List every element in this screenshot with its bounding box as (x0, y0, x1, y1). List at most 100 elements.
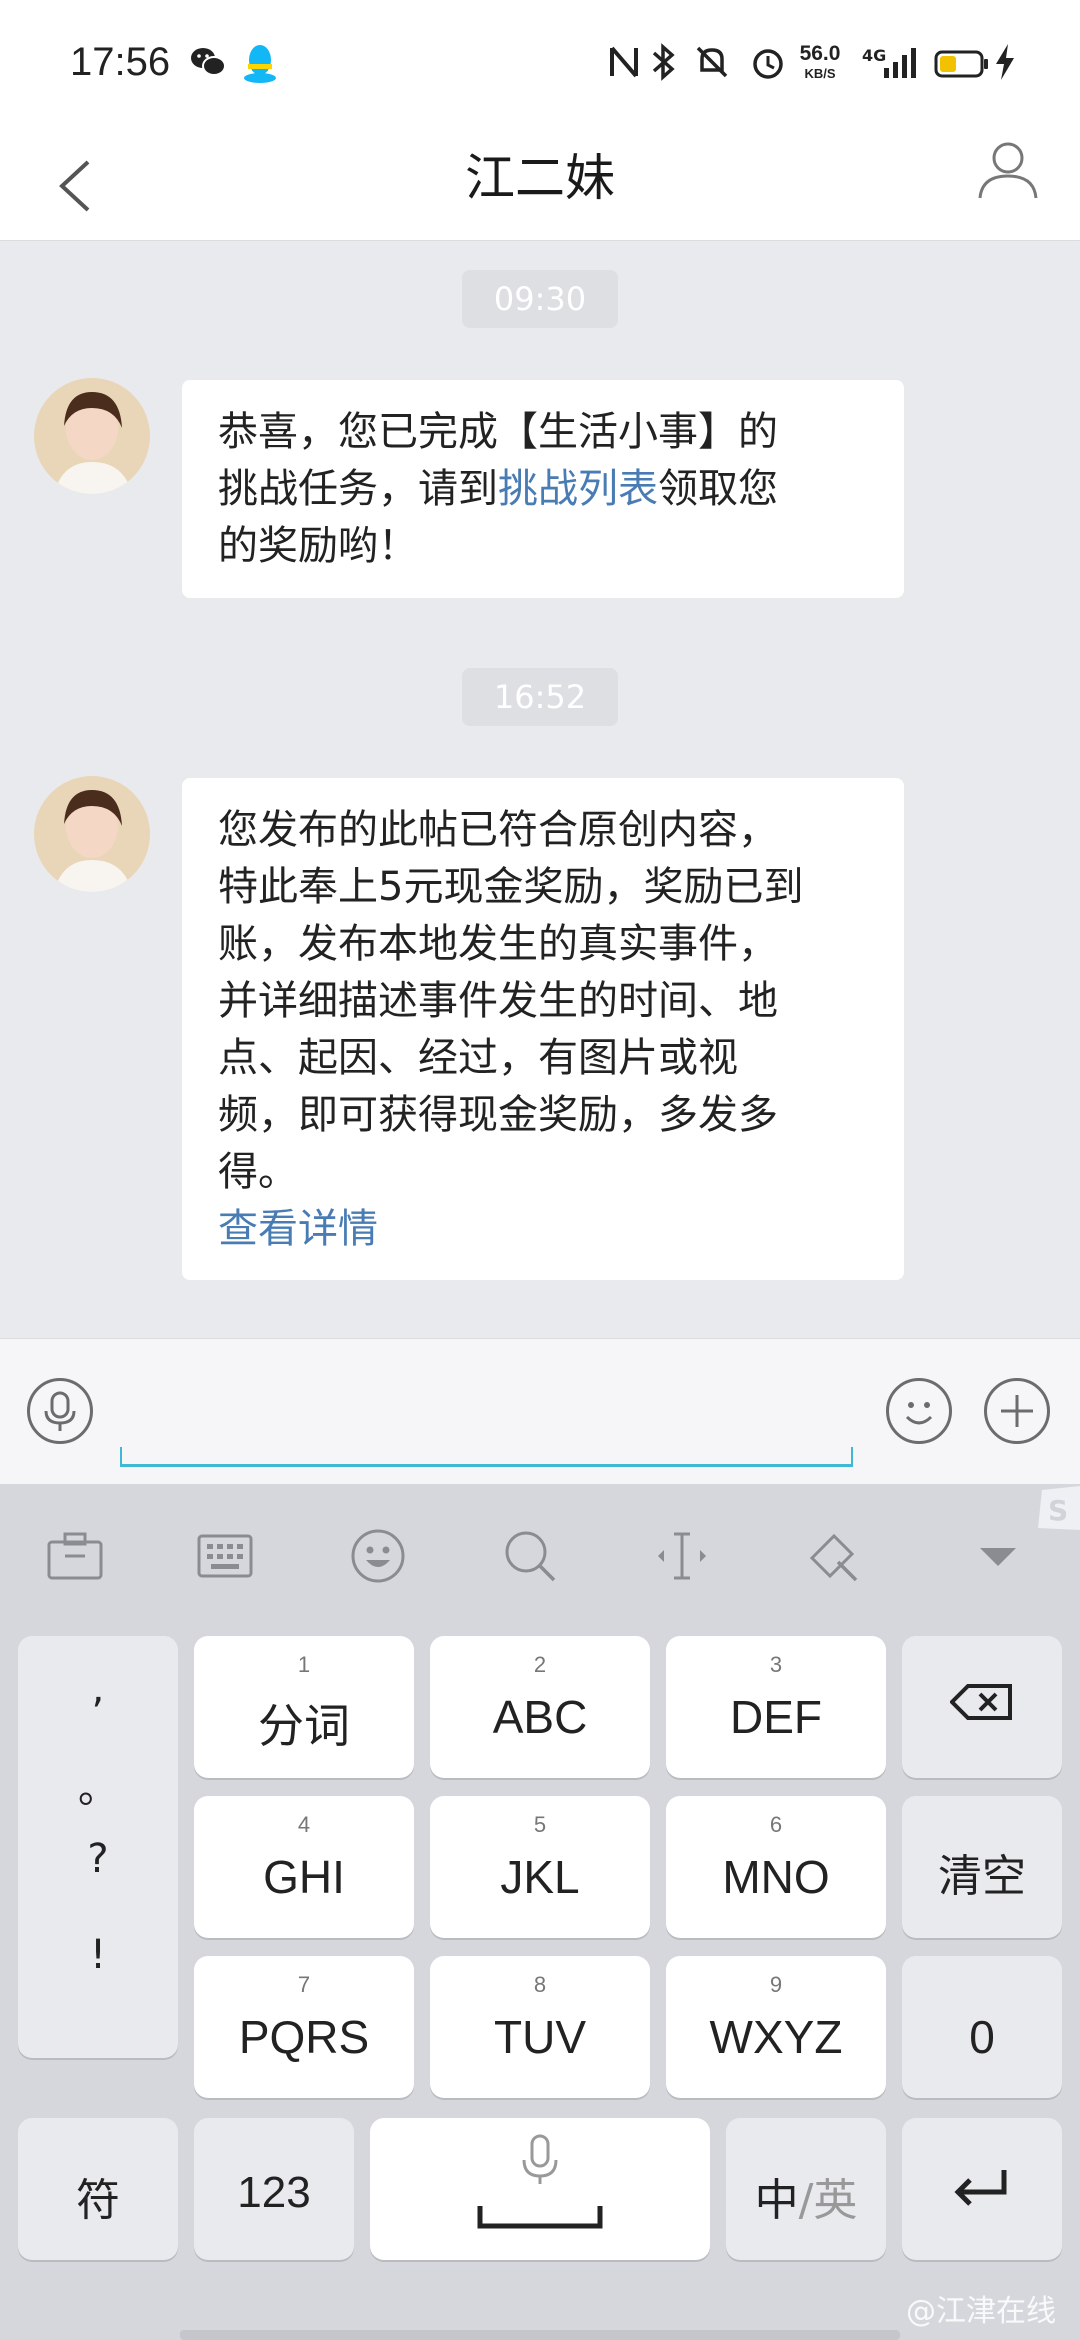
key-label: WXYZ (709, 2011, 843, 2063)
key-number: 6 (769, 1812, 783, 1837)
punct-exclaim[interactable]: ! (18, 1932, 178, 1978)
numbers-key-label: 123 (237, 2168, 311, 2217)
key-label: MNO (722, 1851, 830, 1903)
key-label: JKL (500, 1851, 580, 1903)
key-label: 分词 (258, 1700, 350, 1752)
key-6[interactable]: 6 MNO (666, 1796, 886, 1938)
key-3[interactable]: 3 DEF (666, 1636, 886, 1778)
message-input[interactable] (120, 1447, 853, 1467)
signal-icon (880, 42, 920, 82)
chat-header: 江二妹 (0, 126, 1080, 241)
key-label: TUV (494, 2011, 586, 2063)
avatar[interactable] (34, 776, 150, 892)
punctuation-column[interactable]: , 。 ? ! (18, 1636, 178, 2058)
message-line: 得。 (218, 1149, 298, 1195)
smiley-icon[interactable] (886, 1378, 952, 1444)
symbols-key[interactable]: 符 (18, 2118, 178, 2260)
page-title: 江二妹 (465, 149, 615, 207)
charging-icon (992, 42, 1032, 82)
status-bar: 17:56 56.0 KB/S 4G (0, 0, 1080, 126)
net-speed-unit: KB/S (804, 66, 836, 81)
avatar[interactable] (34, 378, 150, 494)
timestamp: 09:30 (462, 270, 618, 328)
keyboard: S , 。 ? ! 1 分词 2 ABC 3 DEF 4 GHI 5 JKL 6 MNO 7… (0, 1484, 1080, 2340)
clear-key[interactable]: 清空 (902, 1796, 1062, 1938)
key-7[interactable]: 7 PQRS (194, 1956, 414, 2098)
wechat-icon (188, 42, 228, 82)
key-9[interactable]: 9 WXYZ (666, 1956, 886, 2098)
key-label: DEF (730, 1691, 822, 1743)
message-line: 特此奉上5元现金奖励，奖励已到 (218, 864, 804, 910)
svg-text:S: S (1048, 1494, 1068, 1527)
status-time: 17:56 (70, 40, 171, 84)
person-icon[interactable] (976, 136, 1040, 200)
mute-icon (692, 42, 732, 82)
key-label: PQRS (238, 2011, 370, 2063)
battery-icon (934, 50, 988, 78)
symbols-key-label: 符 (76, 2175, 120, 2226)
key-number: 1 (297, 1652, 311, 1677)
key-number: 3 (769, 1652, 783, 1677)
key-1[interactable]: 1 分词 (194, 1636, 414, 1778)
message-bubble: 恭喜，您已完成【生活小事】的 挑战任务，请到挑战列表领取您 的奖励哟！ (182, 380, 904, 598)
clipboard-icon[interactable] (802, 1526, 862, 1586)
clear-key-label: 清空 (938, 1851, 1026, 1902)
message-line: 挑战任务，请到挑战列表领取您 (218, 461, 870, 518)
search-icon[interactable] (500, 1526, 560, 1586)
enter-key[interactable] (902, 2118, 1062, 2260)
toolbox-icon[interactable] (45, 1526, 105, 1586)
key-number: 9 (769, 1972, 783, 1997)
sogou-logo: S (1036, 1484, 1080, 1534)
zero-key[interactable]: 0 (902, 1956, 1062, 2098)
microphone-icon[interactable] (27, 1378, 93, 1444)
message-text: 挑战任务，请到 (218, 466, 498, 512)
view-details-link[interactable]: 查看详情 (218, 1201, 870, 1258)
key-5[interactable]: 5 JKL (430, 1796, 650, 1938)
punct-question[interactable]: ? (18, 1836, 178, 1882)
message-line: 恭喜，您已完成【生活小事】的 (218, 409, 778, 455)
home-indicator (180, 2330, 900, 2340)
punct-period[interactable]: 。 (18, 1756, 178, 1814)
space-key[interactable] (370, 2118, 710, 2260)
key-number: 7 (297, 1972, 311, 1997)
bluetooth-icon (648, 42, 688, 82)
language-switch-label: 中/英 (726, 2164, 886, 2228)
nfc-icon (606, 42, 646, 82)
keyboard-icon[interactable] (195, 1526, 255, 1586)
message-text: 领取您 (658, 466, 778, 512)
message-line: 频，即可获得现金奖励，多发多 (218, 1092, 778, 1138)
key-4[interactable]: 4 GHI (194, 1796, 414, 1938)
timestamp: 16:52 (462, 668, 618, 726)
message-line: 点、起因、经过，有图片或视 (218, 1035, 738, 1081)
cursor-icon[interactable] (652, 1526, 712, 1586)
qq-icon (240, 42, 280, 83)
message-line: 您发布的此帖已符合原创内容， (218, 807, 778, 853)
net-speed: 56.0 KB/S (798, 42, 842, 84)
lang-zh: 中 (754, 2175, 799, 2226)
message-line: 账，发布本地发生的真实事件， (218, 921, 778, 967)
challenge-list-link[interactable]: 挑战列表 (498, 466, 658, 512)
punct-comma[interactable]: , (18, 1666, 178, 1712)
lang-sep: / (798, 2175, 814, 2226)
key-number: 4 (297, 1812, 311, 1837)
key-number: 5 (533, 1812, 547, 1837)
watermark: @江津在线 (906, 2294, 1056, 2329)
backspace-key[interactable] (902, 1636, 1062, 1778)
input-bar (0, 1338, 1080, 1485)
message-line: 并详细描述事件发生的时间、地 (218, 978, 778, 1024)
key-8[interactable]: 8 TUV (430, 1956, 650, 2098)
key-number: 2 (533, 1652, 547, 1677)
key-2[interactable]: 2 ABC (430, 1636, 650, 1778)
key-label: ABC (492, 1691, 588, 1743)
zero-key-label: 0 (969, 2011, 995, 2063)
plus-icon[interactable] (984, 1378, 1050, 1444)
message-line: 的奖励哟！ (218, 523, 418, 569)
alarm-icon (748, 42, 788, 82)
numbers-key[interactable]: 123 (194, 2118, 354, 2260)
collapse-icon[interactable] (968, 1526, 1028, 1586)
lang-en: 英 (813, 2175, 858, 2226)
language-switch-key[interactable]: 中/英 (726, 2118, 886, 2260)
net-speed-value: 56.0 (799, 42, 841, 65)
emoji-icon[interactable] (348, 1526, 408, 1586)
key-number: 8 (533, 1972, 547, 1997)
